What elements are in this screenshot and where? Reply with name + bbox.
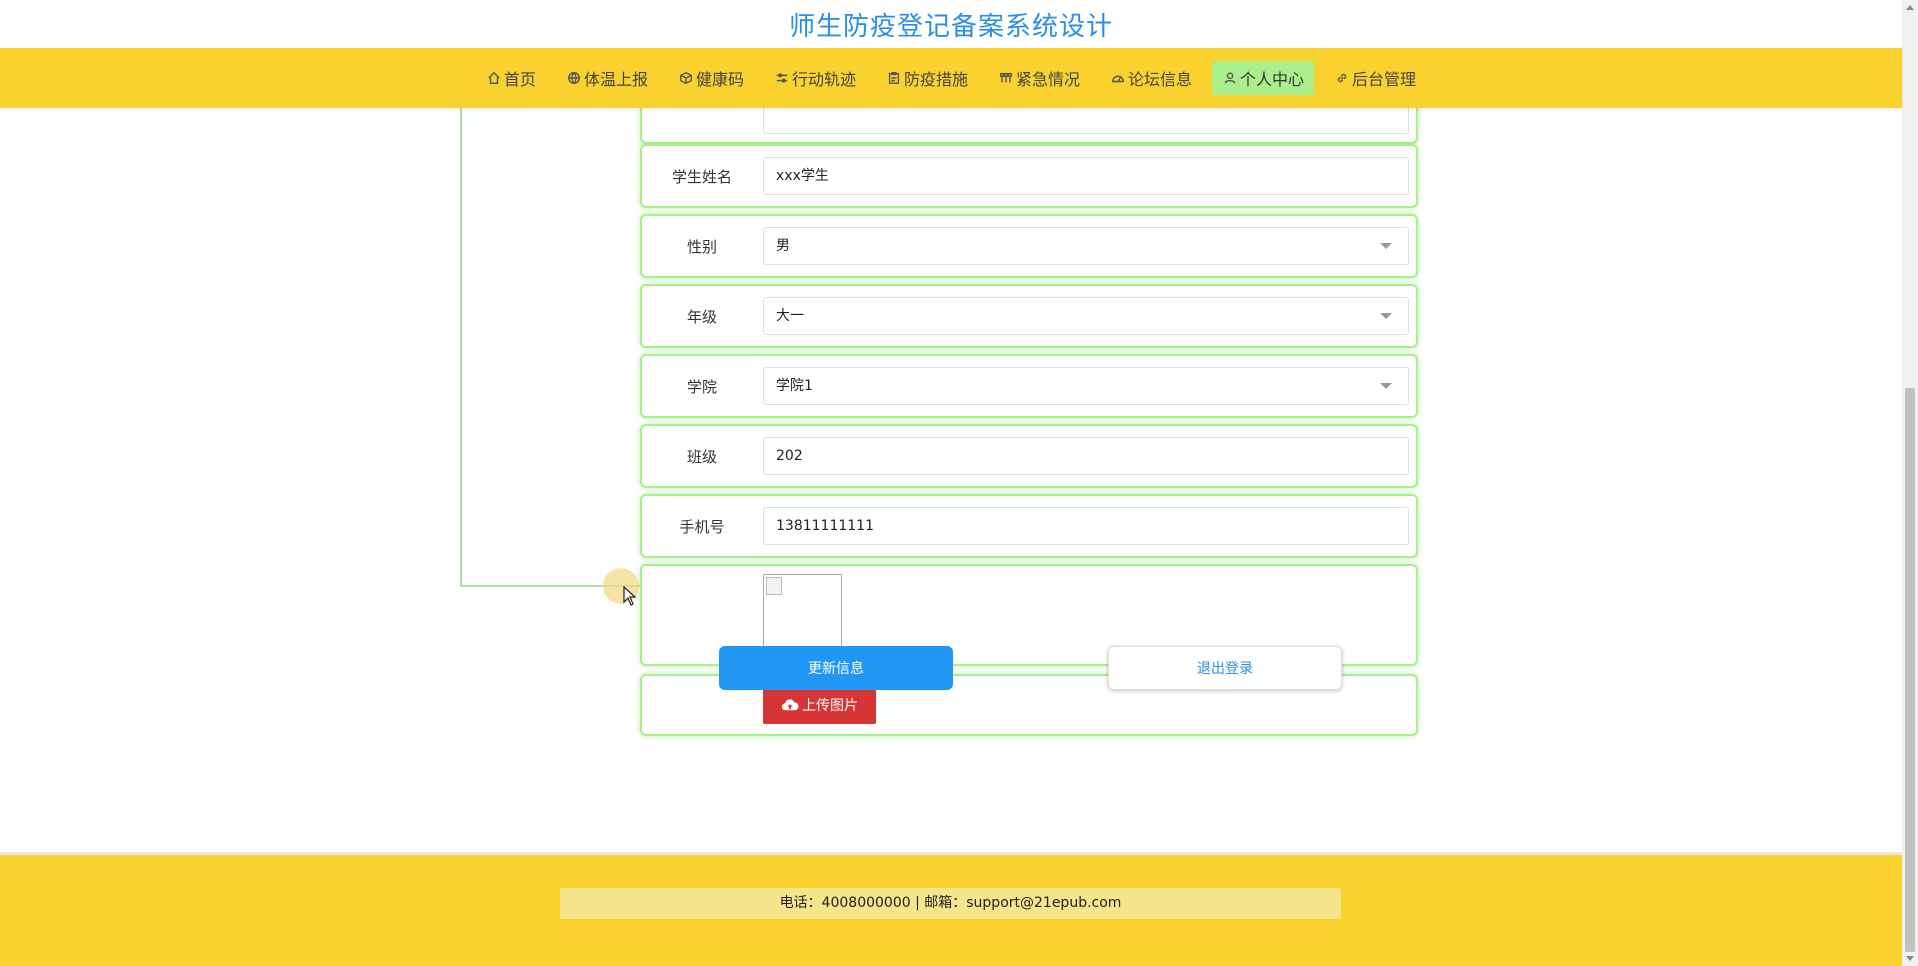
phone-label: 手机号 [679,518,725,536]
form-row-gender: 性别 男 [640,214,1418,278]
broken-image-icon [766,577,782,595]
nav-item-track[interactable]: 行动轨迹 [764,61,866,95]
college-label: 学院 [686,378,717,396]
nav-label: 体温上报 [583,70,648,89]
college-select[interactable]: 学院1 [763,367,1409,405]
form-row-account [640,108,1418,144]
upload-image-button[interactable]: 上传图片 [763,686,876,724]
nav-item-temperature[interactable]: 体温上报 [556,61,658,95]
chevron-down-icon [1380,383,1392,389]
side-panel-frame [460,108,642,587]
globe-icon [566,70,582,86]
form-row-class: 班级 202 [640,424,1418,488]
nav-label: 后台管理 [1352,70,1417,89]
class-input[interactable]: 202 [763,437,1409,475]
gender-label: 性别 [686,238,717,256]
mouse-pointer-icon [623,586,637,606]
user-icon [1222,70,1238,86]
scroll-up-icon[interactable] [1906,5,1914,10]
nav-label: 首页 [503,70,536,89]
gender-value: 男 [776,238,790,254]
profile-content: 学生姓名 xxx学生 性别 男 年级 大一 学院 学院1 班级 202 手机号 … [0,108,1902,852]
nav-label: 个人中心 [1240,70,1305,89]
nav-item-emergency[interactable]: 紧急情况 [988,61,1090,95]
chevron-down-icon [1380,313,1392,319]
nav-item-health-code[interactable]: 健康码 [668,61,754,95]
clipboard-icon [886,70,902,86]
account-input[interactable] [763,108,1409,134]
footer: 电话：4008000000 | 邮箱：support@21epub.com [0,852,1902,966]
form-row-student-name: 学生姓名 xxx学生 [640,144,1418,208]
vertical-scrollbar[interactable] [1902,0,1918,966]
main-navbar: 首页 体温上报 健康码 行动轨迹 防疫措施 紧急情况 论坛信息 个人中心 后台管… [0,48,1902,108]
college-value: 学院1 [776,378,813,394]
nav-item-admin[interactable]: 后台管理 [1324,61,1426,95]
nav-item-home[interactable]: 首页 [476,61,546,95]
update-info-button[interactable]: 更新信息 [719,646,953,690]
cube-icon [678,70,694,86]
nav-label: 防疫措施 [903,70,968,89]
site-title: 师生防疫登记备案系统设计 [788,12,1113,42]
student-name-label: 学生姓名 [671,168,732,186]
nav-label: 行动轨迹 [791,70,856,89]
grade-value: 大一 [776,308,804,324]
cloud-upload-icon [781,699,799,711]
sliders-icon [774,70,790,86]
form-row-phone: 手机号 13811111111 [640,494,1418,558]
nav-label: 健康码 [695,70,744,89]
nav-item-forum[interactable]: 论坛信息 [1100,61,1202,95]
title-bar: 师生防疫登记备案系统设计 [0,0,1902,48]
student-name-input[interactable]: xxx学生 [763,157,1409,195]
nav-label: 论坛信息 [1128,70,1193,89]
grade-select[interactable]: 大一 [763,297,1409,335]
phone-input[interactable]: 13811111111 [763,507,1409,545]
logout-button[interactable]: 退出登录 [1108,646,1342,690]
scrollbar-thumb[interactable] [1905,388,1915,952]
home-icon [486,70,502,86]
class-label: 班级 [686,448,717,466]
link-icon [1334,70,1350,86]
scroll-down-icon[interactable] [1906,956,1914,961]
upload-label: 上传图片 [802,698,858,714]
nav-label: 紧急情况 [1016,70,1081,89]
avatar-image [763,574,842,653]
grade-label: 年级 [686,308,717,326]
chevron-down-icon [1380,243,1392,249]
nav-item-personal-center[interactable]: 个人中心 [1212,61,1315,95]
gauge-icon [1110,70,1126,86]
form-row-grade: 年级 大一 [640,284,1418,348]
form-row-college: 学院 学院1 [640,354,1418,418]
gender-select[interactable]: 男 [763,227,1409,265]
footer-contact: 电话：4008000000 | 邮箱：support@21epub.com [560,888,1341,919]
nav-item-measures[interactable]: 防疫措施 [876,61,978,95]
grid-icon [998,70,1014,86]
